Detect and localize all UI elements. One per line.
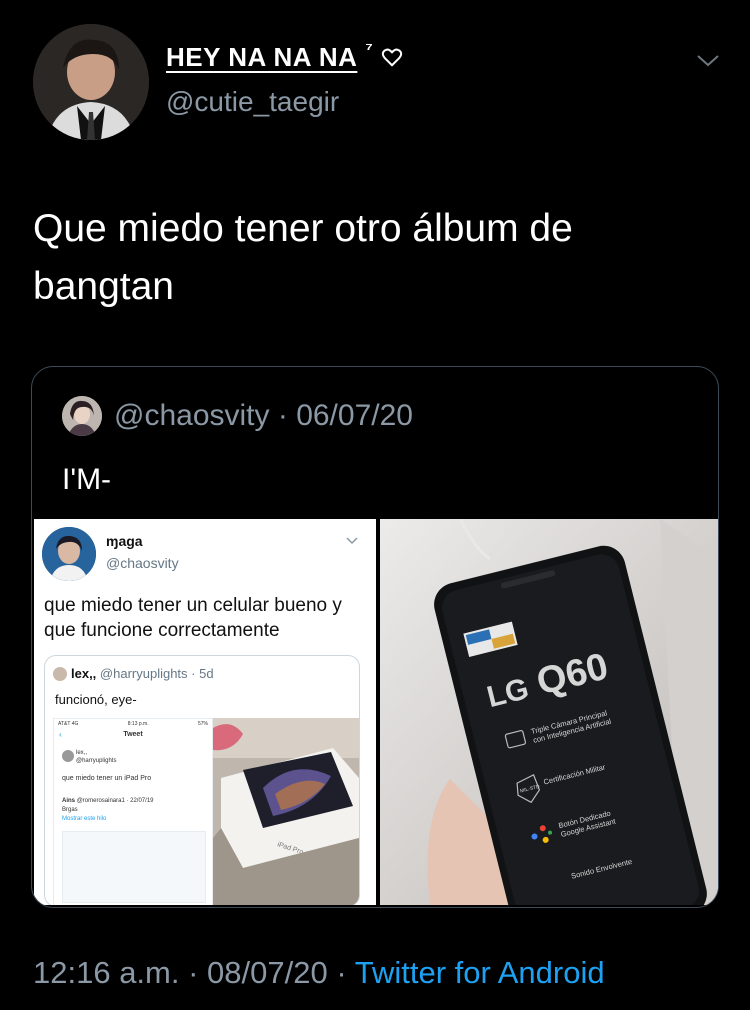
quoted-text: I'M-: [62, 463, 112, 496]
inner-quote-age: 5d: [199, 666, 214, 681]
reply-link: Mostrar este hilo: [62, 816, 107, 822]
media-image-right[interactable]: LG Q60 Triple Cámara Principal con Intel…: [380, 519, 718, 905]
quoted-handle[interactable]: @chaosvity: [114, 399, 270, 432]
profile-avatar[interactable]: [33, 24, 149, 140]
heart-icon: [382, 48, 403, 66]
inner-quoted-tweet: lex,, @harryuplights · 5d funcionó, eye-…: [44, 655, 360, 905]
screenshot-text: que miedo tener un iPad Pro: [62, 775, 152, 782]
screenshot-reply: Ains @romerosainara1 · 22/07/19 Brgas Mo…: [62, 797, 154, 824]
inner-quote-handle: @harryuplights: [99, 666, 188, 681]
inner-text: que miedo tener un celular bueno y que f…: [44, 595, 342, 641]
media-image-left[interactable]: ɱaga @chaosvity que miedo tener un celul…: [34, 519, 376, 905]
status-bar: AT&T 4G 8:13 p.m. 57%: [58, 721, 208, 727]
inner-quote-header: lex,, @harryuplights · 5d: [71, 666, 214, 681]
quoted-tweet-card[interactable]: @chaosvity · 06/07/20 I'M- ɱaga @chaosvi…: [31, 366, 719, 908]
separator-dot: ·: [191, 666, 200, 681]
screenshot-avatar: [62, 750, 74, 762]
inner-name: ɱaga: [106, 533, 143, 549]
tweet-time: 12:16 a.m.: [33, 955, 180, 990]
tweet-source-link[interactable]: Twitter for Android: [355, 955, 605, 990]
inner-handle: @chaosvity: [106, 555, 179, 571]
inner-quote-avatar: [53, 667, 67, 681]
quoted-avatar[interactable]: [62, 396, 102, 436]
screenshot-user-name: lex,,: [76, 750, 88, 756]
display-name-text: HEY NA NA NA: [166, 42, 358, 72]
screenshot-title: Tweet: [123, 731, 143, 738]
inner-avatar: [42, 527, 96, 581]
ipad-box-photo: iPad Pro: [213, 718, 359, 905]
status-time: 8:13 p.m.: [127, 721, 149, 727]
inner-quote-name: lex,,: [71, 666, 97, 681]
status-carrier: AT&T 4G: [58, 721, 79, 727]
reply-handle: @romerosainara1 · 22/07/19: [76, 798, 154, 804]
status-battery: 57%: [197, 721, 208, 727]
separator-dot: ·: [336, 955, 355, 990]
tweet-text: Que miedo tener otro álbum de bangtan: [33, 207, 573, 308]
chevron-down-icon[interactable]: [696, 53, 720, 69]
screenshot-user-handle: @harryuplights: [76, 758, 117, 764]
inner-quote-text: funcionó, eye-: [55, 692, 137, 707]
separator-dot: ·: [188, 955, 208, 990]
tweet-footer: 12:16 a.m. · 08/07/20 · Twitter for Andr…: [33, 955, 605, 991]
reply-text: Brgas: [62, 807, 78, 813]
quoted-meta: @chaosvity · 06/07/20: [114, 399, 413, 433]
screenshot-user: lex,, @harryuplights: [76, 749, 116, 765]
reply-name: Ains: [62, 798, 76, 804]
screenshot-thread-thumbnail: [62, 831, 206, 903]
tweet-date: 08/07/20: [207, 955, 328, 990]
user-handle[interactable]: @cutie_taegir: [166, 86, 339, 118]
display-name[interactable]: HEY NA NA NA ⁷: [166, 39, 403, 73]
quoted-date: 06/07/20: [296, 399, 413, 432]
display-name-suffix: ⁷: [365, 39, 374, 59]
inner-chevron-icon: [346, 537, 358, 545]
phone-screenshot: AT&T 4G 8:13 p.m. 57% ‹ Tweet lex,, @har…: [53, 718, 213, 905]
separator-dot: ·: [277, 399, 297, 432]
